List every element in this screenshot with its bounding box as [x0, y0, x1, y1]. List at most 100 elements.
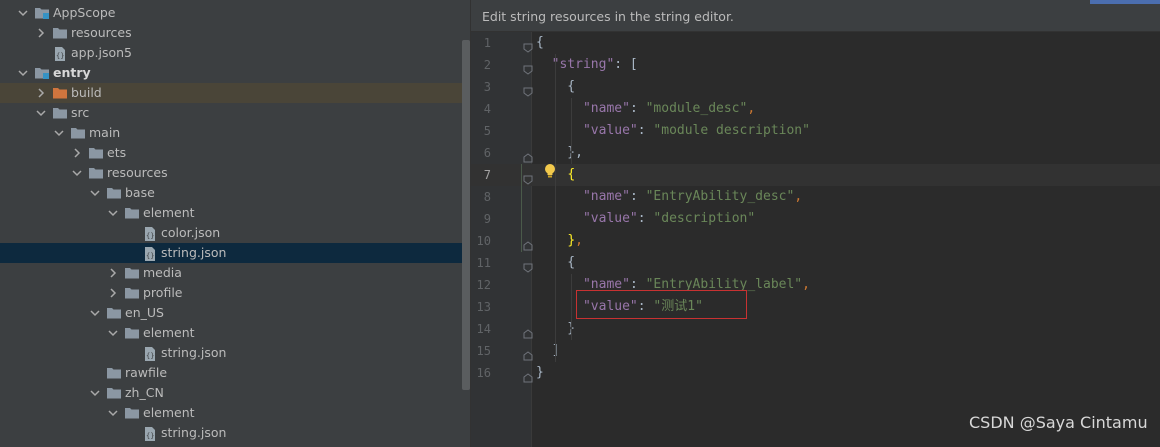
fold-close-icon[interactable] [523, 148, 533, 163]
code-token: "name" [582, 189, 630, 204]
tree-item-entry[interactable]: entry [0, 63, 470, 83]
tree-item-app-json5[interactable]: {} app.json5 [0, 43, 470, 63]
fold-close-icon[interactable] [523, 346, 533, 361]
chevron-down-icon[interactable] [53, 127, 65, 139]
tree-item-element[interactable]: element [0, 203, 470, 223]
code-line[interactable]: 13 "value": "测试1" [471, 296, 1160, 318]
project-tree-panel: AppScope resources {} app.json5 entry build sr… [0, 0, 470, 447]
fold-open-icon[interactable] [523, 60, 533, 75]
tree-item-element[interactable]: element [0, 403, 470, 423]
code-line[interactable]: 7 { [471, 164, 1160, 186]
code-line[interactable]: 1{ [471, 32, 1160, 54]
fold-open-icon[interactable] [523, 258, 533, 273]
code-line[interactable]: 15 ] [471, 340, 1160, 362]
chevron-down-icon[interactable] [107, 407, 119, 419]
folder-icon [106, 386, 122, 400]
code-token: , [575, 233, 583, 248]
chevron-down-icon[interactable] [107, 207, 119, 219]
tree-item-label: zh_CN [125, 385, 164, 400]
chevron-down-icon[interactable] [107, 327, 119, 339]
chevron-down-icon[interactable] [89, 187, 101, 199]
banner-link-area[interactable] [1090, 0, 1160, 4]
editor-panel: Edit string resources in the string edit… [471, 0, 1160, 447]
code-line[interactable]: 10 }, [471, 230, 1160, 252]
code-line[interactable]: 11 { [471, 252, 1160, 274]
tree-item-rawfile[interactable]: rawfile [0, 363, 470, 383]
folder-icon [124, 266, 140, 280]
code-line[interactable]: 12 "name": "EntryAbility_label", [471, 274, 1160, 296]
fold-open-icon[interactable] [523, 170, 533, 185]
tree-item-color-json[interactable]: {} color.json [0, 223, 470, 243]
chevron-down-icon[interactable] [89, 387, 101, 399]
fold-close-icon[interactable] [523, 324, 533, 339]
chevron-down-icon[interactable] [71, 167, 83, 179]
code-text: } [536, 362, 544, 384]
tree-item-label: app.json5 [71, 45, 133, 60]
folder-icon [124, 406, 140, 420]
code-token: "value" [582, 211, 638, 226]
tree-item-resources[interactable]: resources [0, 23, 470, 43]
tree-item-en-us[interactable]: en_US [0, 303, 470, 323]
fold-close-icon[interactable] [523, 236, 533, 251]
code-line[interactable]: 4 "name": "module_desc", [471, 98, 1160, 120]
code-token: "module_desc" [645, 101, 748, 116]
code-line[interactable]: 3 { [471, 76, 1160, 98]
line-number: 6 [483, 146, 491, 160]
code-line[interactable]: 2 "string": [ [471, 54, 1160, 76]
tree-item-base[interactable]: base [0, 183, 470, 203]
lightbulb-icon[interactable] [543, 163, 557, 179]
tree-item-appscope[interactable]: AppScope [0, 3, 470, 23]
fold-close-icon[interactable] [523, 368, 533, 383]
tree-item-media[interactable]: media [0, 263, 470, 283]
code-text: "name": "module_desc", [536, 98, 755, 120]
json-file-icon: {} [142, 246, 158, 261]
code-line[interactable]: 9 "value": "description" [471, 208, 1160, 230]
folder-icon [106, 186, 122, 200]
tree-item-string-json[interactable]: {} string.json [0, 243, 470, 263]
chevron-right-icon[interactable] [35, 87, 47, 99]
chevron-right-icon[interactable] [35, 27, 47, 39]
chevron-right-icon[interactable] [71, 147, 83, 159]
fold-open-icon[interactable] [523, 38, 533, 53]
tree-item-string-json[interactable]: {} string.json [0, 343, 470, 363]
tree-item-string-json[interactable]: {} string.json [0, 423, 470, 443]
tree-item-profile[interactable]: profile [0, 283, 470, 303]
tree-item-element[interactable]: element [0, 323, 470, 343]
annotation-highlight-box [576, 290, 747, 319]
code-line[interactable]: 5 "value": "module description" [471, 120, 1160, 142]
line-number: 7 [483, 168, 491, 182]
json-file-icon: {} [142, 226, 158, 241]
chevron-down-icon[interactable] [17, 67, 29, 79]
code-token: : [629, 101, 646, 116]
code-line[interactable]: 6 }, [471, 142, 1160, 164]
chevron-down-icon[interactable] [17, 7, 29, 19]
watermark: CSDN @Saya Cintamu [969, 413, 1148, 432]
banner-text: Edit string resources in the string edit… [482, 9, 734, 24]
chevron-right-icon[interactable] [107, 267, 119, 279]
tree-item-label: color.json [161, 225, 221, 240]
editor-notification-banner: Edit string resources in the string edit… [471, 0, 1160, 32]
tree-item-ets[interactable]: ets [0, 143, 470, 163]
tree-item-build[interactable]: build [0, 83, 470, 103]
tree-item-main[interactable]: main [0, 123, 470, 143]
code-line[interactable]: 8 "name": "EntryAbility_desc", [471, 186, 1160, 208]
tree-item-label: string.json [161, 245, 227, 260]
code-line[interactable]: 14 } [471, 318, 1160, 340]
line-number: 11 [476, 256, 491, 270]
folder-icon [106, 366, 122, 380]
chevron-right-icon[interactable] [107, 287, 119, 299]
code-text: "name": "EntryAbility_desc", [536, 186, 802, 208]
code-token: "string" [551, 57, 615, 72]
code-text: "value": "module description" [536, 120, 810, 142]
tree-scrollbar[interactable] [462, 40, 470, 390]
tree-item-zh-cn[interactable]: zh_CN [0, 383, 470, 403]
tree-item-src[interactable]: src [0, 103, 470, 123]
chevron-down-icon[interactable] [89, 307, 101, 319]
chevron-down-icon[interactable] [35, 107, 47, 119]
tree-item-resources[interactable]: resources [0, 163, 470, 183]
fold-open-icon[interactable] [523, 82, 533, 97]
code-line[interactable]: 16} [471, 362, 1160, 384]
